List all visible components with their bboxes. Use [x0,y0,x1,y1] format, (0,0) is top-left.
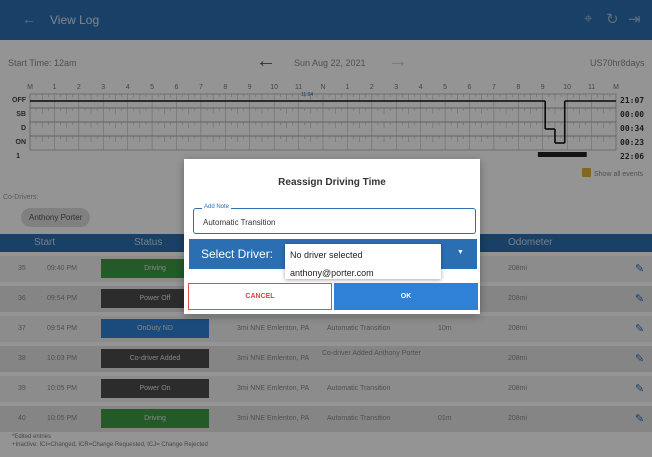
add-note-label: Add Note [202,204,232,210]
add-note-value[interactable]: Automatic Transition [203,218,275,227]
reassign-driving-time-dialog: Reassign Driving Time Add Note Automatic… [184,159,480,314]
dialog-title: Reassign Driving Time [278,177,386,188]
driver-option-anthony[interactable]: anthony@porter.com [290,268,374,278]
select-driver-label: Select Driver: [201,247,274,261]
add-note-field[interactable]: Add Note Automatic Transition [193,204,476,234]
cancel-button[interactable]: CANCEL [188,283,332,310]
ok-button[interactable]: OK [334,283,478,310]
driver-dropdown[interactable]: No driver selected anthony@porter.com [285,244,441,279]
dropdown-caret-icon[interactable]: ▼ [457,249,464,256]
driver-option-none[interactable]: No driver selected [290,250,363,260]
